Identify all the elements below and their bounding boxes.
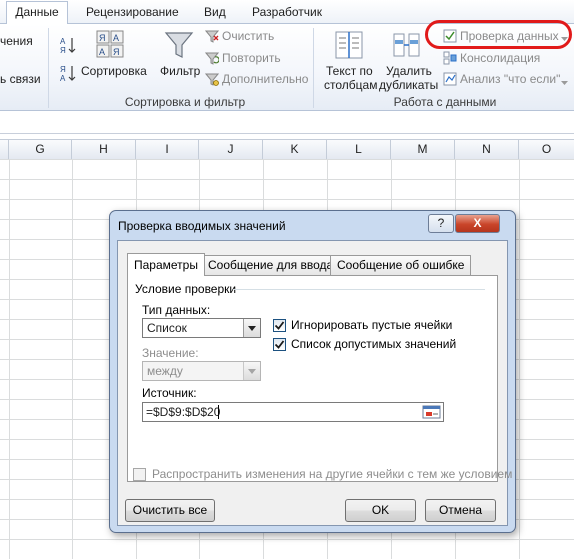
consolidate-label[interactable]: Консолидация (460, 51, 540, 65)
reapply-icon[interactable] (204, 51, 220, 68)
checkmark-icon (274, 340, 285, 349)
in-cell-dropdown-checkbox[interactable] (273, 338, 286, 351)
sort-az-icon[interactable]: АЯ (60, 36, 76, 57)
dialog-body: Параметры Сообщение для ввода Сообщение … (117, 240, 512, 526)
tab-settings[interactable]: Параметры (127, 253, 205, 276)
help-button[interactable]: ? (428, 214, 454, 233)
svg-text:Я: Я (113, 47, 120, 57)
advanced-filter-label[interactable]: Дополнительно (222, 72, 308, 86)
tab-data[interactable]: Данные (6, 1, 68, 25)
group-separator (313, 28, 314, 108)
column-header[interactable]: O (519, 140, 574, 159)
apply-to-all-checkbox[interactable] (133, 468, 146, 481)
column-header[interactable]: M (391, 140, 455, 159)
text-to-columns-label-1[interactable]: Текст по (326, 64, 373, 78)
value-operator-value: между (147, 364, 183, 378)
highlight-annotation (425, 20, 572, 49)
close-button[interactable]: X (455, 214, 500, 233)
column-header[interactable]: G (9, 140, 72, 159)
advanced-filter-icon[interactable] (204, 72, 220, 89)
filter-funnel-icon[interactable] (164, 30, 194, 63)
group-separator (48, 28, 49, 108)
tab-error-alert[interactable]: Сообщение об ошибке (330, 255, 472, 275)
ignore-blank-label[interactable]: Игнорировать пустые ячейки (291, 318, 452, 332)
remove-duplicates-label-1[interactable]: Удалить (386, 64, 432, 78)
remove-duplicates-label-2[interactable]: дубликаты (379, 78, 438, 92)
ribbon-partial-label-2[interactable]: ь связи (0, 72, 41, 86)
svg-text:А: А (60, 74, 66, 82)
what-if-label[interactable]: Анализ "что если" (460, 72, 560, 86)
column-header[interactable]: L (327, 140, 391, 159)
column-header[interactable]: H (72, 140, 136, 159)
column-header[interactable]: I (136, 140, 199, 159)
grid-line (9, 159, 10, 559)
settings-panel: Условие проверки Тип данных: Список Игно… (127, 275, 498, 482)
grid-line (72, 159, 73, 559)
source-label: Источник: (142, 386, 197, 400)
cancel-button[interactable]: Отмена (425, 499, 496, 522)
sort-za-icon[interactable]: ЯА (60, 64, 76, 85)
reapply-label[interactable]: Повторить (222, 51, 281, 65)
column-header[interactable]: J (199, 140, 263, 159)
value-operator-select[interactable]: между (142, 361, 261, 381)
svg-text:Я: Я (60, 46, 66, 54)
column-header[interactable]: N (455, 140, 519, 159)
svg-text:Я: Я (99, 33, 106, 43)
remove-duplicates-icon[interactable] (392, 30, 422, 63)
text-to-columns-label-2[interactable]: столбцам (324, 78, 377, 92)
validation-criteria-title: Условие проверки (135, 282, 237, 296)
formula-bar[interactable] (0, 111, 574, 134)
chevron-down-icon[interactable] (243, 319, 260, 337)
filter-button-label[interactable]: Фильтр (160, 64, 200, 78)
clear-filter-icon[interactable] (204, 29, 220, 46)
column-header[interactable]: K (263, 140, 327, 159)
svg-text:Я: Я (60, 65, 66, 74)
apply-to-all-label[interactable]: Распространить изменения на другие ячейк… (152, 467, 512, 481)
ribbon-partial-label-1[interactable]: чения (0, 34, 33, 48)
text-to-columns-icon[interactable] (334, 30, 364, 63)
svg-text:А: А (113, 33, 119, 43)
ok-button[interactable]: OK (345, 499, 416, 522)
data-validation-dialog: Проверка вводимых значений ? X Параметры… (109, 210, 516, 533)
tab-input-message[interactable]: Сообщение для ввода (201, 255, 341, 275)
grid-line (519, 159, 520, 559)
in-cell-dropdown-label[interactable]: Список допустимых значений (291, 337, 456, 351)
chevron-down-icon[interactable] (561, 75, 568, 89)
checkmark-icon (274, 321, 285, 330)
value-label: Значение: (142, 346, 199, 360)
ignore-blank-checkbox[interactable] (273, 319, 286, 332)
sort-button-label[interactable]: Сортировка (81, 64, 147, 78)
clear-all-button[interactable]: Очистить все (125, 499, 215, 522)
column-header-partial[interactable] (0, 140, 9, 159)
range-select-icon[interactable] (422, 404, 442, 420)
data-tools-group-label: Работа с данными (393, 95, 497, 109)
dialog-title: Проверка вводимых значений (118, 219, 286, 233)
consolidate-icon[interactable] (443, 51, 457, 68)
column-headers: G H I J K L M N O (0, 139, 574, 160)
svg-text:А: А (60, 37, 66, 46)
chevron-down-icon[interactable] (243, 362, 260, 380)
clear-filter-label[interactable]: Очистить (222, 29, 274, 43)
tab-developer[interactable]: Разработчик (252, 3, 322, 23)
tab-view[interactable]: Вид (204, 3, 226, 23)
tab-review[interactable]: Рецензирование (86, 3, 179, 23)
what-if-icon[interactable] (443, 72, 457, 89)
sort-icon[interactable]: ЯААЯ (96, 30, 126, 61)
svg-text:А: А (99, 47, 105, 57)
data-type-select[interactable]: Список (142, 318, 261, 338)
data-type-value: Список (147, 321, 187, 335)
sort-filter-group-label: Сортировка и фильтр (124, 95, 246, 109)
source-value: =$D$9:$D$20 (146, 405, 221, 419)
data-type-label: Тип данных: (142, 303, 211, 317)
source-input[interactable]: =$D$9:$D$20 (142, 402, 444, 422)
section-divider (233, 289, 485, 290)
text-cursor (218, 405, 219, 419)
